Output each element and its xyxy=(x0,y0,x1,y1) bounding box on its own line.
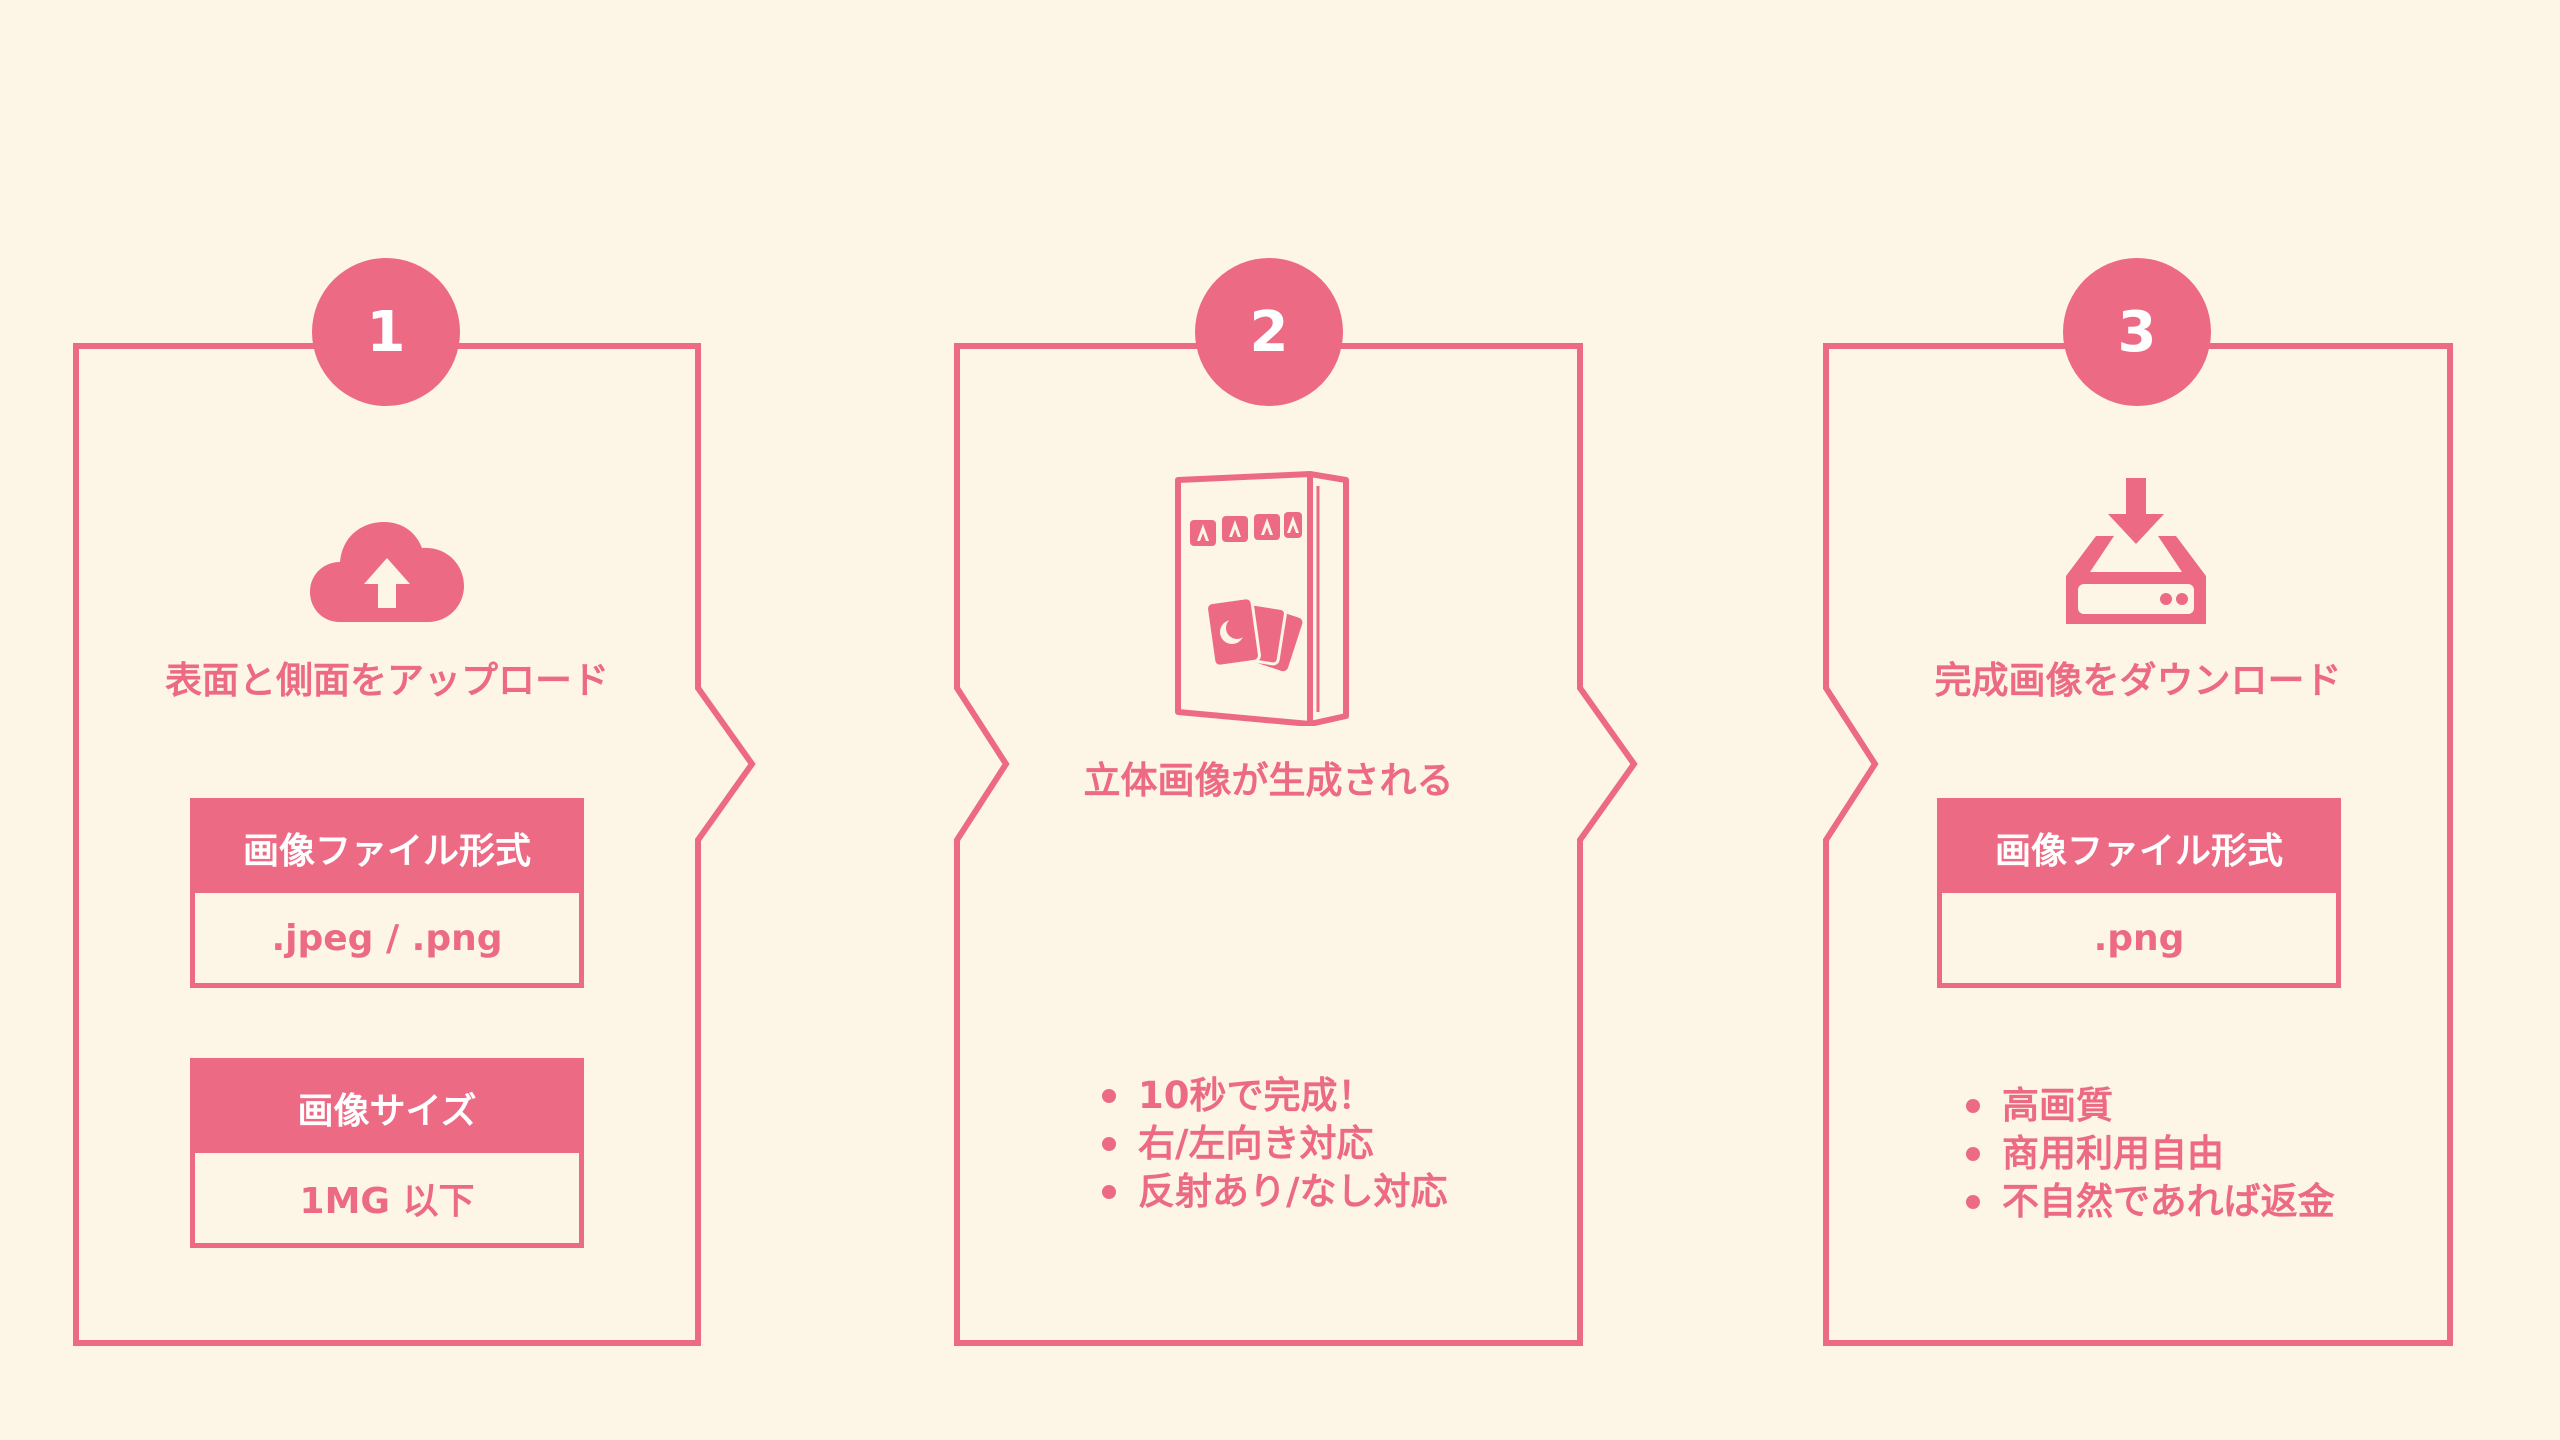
step-2-title: 立体画像が生成される xyxy=(1083,759,1454,802)
size-box-header: 画像サイズ xyxy=(195,1063,579,1153)
step-1-title: 表面と側面をアップロード xyxy=(165,659,609,702)
bullet-dot xyxy=(1966,1195,1980,1209)
step-1-size-box: 画像サイズ 1MG 以下 xyxy=(190,1058,584,1248)
bullet-dot xyxy=(1102,1185,1116,1199)
step-1-format-box: 画像ファイル形式 .jpeg / .png xyxy=(190,798,584,988)
list-item-text: 商用利用自由 xyxy=(2002,1132,2224,1175)
list-item: 不自然であれば返金 xyxy=(1960,1178,2335,1226)
list-item: 反射あり/なし対応 xyxy=(1096,1168,1448,1216)
format-box-value: .png xyxy=(2093,917,2185,959)
list-item-text: 右/左向き対応 xyxy=(1138,1122,1374,1165)
cloud-upload-icon xyxy=(310,522,464,622)
step-2-feature-list: 10秒で完成！ 右/左向き対応 反射あり/なし対応 xyxy=(1096,1072,1448,1216)
list-item-text: 反射あり/なし対応 xyxy=(1138,1170,1448,1213)
format-box-value: .jpeg / .png xyxy=(271,917,503,959)
step-1-number: 1 xyxy=(312,258,460,406)
list-item: 右/左向き対応 xyxy=(1096,1120,1448,1168)
step-3-title: 完成画像をダウンロード xyxy=(1934,659,2342,702)
list-item: 商用利用自由 xyxy=(1960,1130,2335,1178)
format-box-header: 画像ファイル形式 xyxy=(195,803,579,893)
step-3-feature-list: 高画質 商用利用自由 不自然であれば返金 xyxy=(1960,1082,2335,1226)
bullet-dot xyxy=(1966,1147,1980,1161)
bullet-dot xyxy=(1966,1099,1980,1113)
step-3-format-box: 画像ファイル形式 .png xyxy=(1937,798,2341,988)
bullet-dot xyxy=(1102,1137,1116,1151)
card-box-icon xyxy=(1175,471,1349,726)
step-3-number: 3 xyxy=(2063,258,2211,406)
size-box-value: 1MG 以下 xyxy=(299,1181,475,1222)
bullet-dot xyxy=(1102,1089,1116,1103)
list-item-text: 不自然であれば返金 xyxy=(2002,1180,2335,1223)
list-item-text: 高画質 xyxy=(2002,1084,2113,1127)
step-2-number: 2 xyxy=(1195,258,1343,406)
list-item-text: 10秒で完成！ xyxy=(1138,1074,1375,1117)
format-box-header: 画像ファイル形式 xyxy=(1942,803,2336,893)
list-item: 10秒で完成！ xyxy=(1096,1072,1448,1120)
list-item: 高画質 xyxy=(1960,1082,2335,1130)
download-drive-icon xyxy=(2066,478,2206,624)
